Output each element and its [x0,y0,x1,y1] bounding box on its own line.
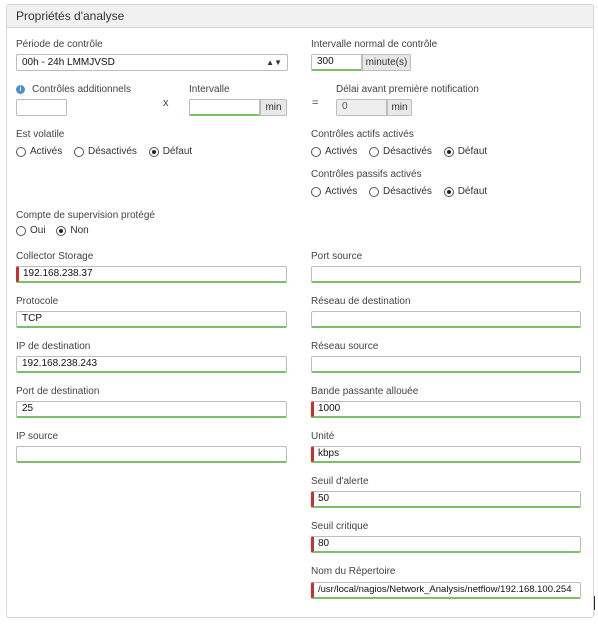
radio-selected-icon [56,225,67,236]
est-volatile-option-inactive[interactable]: Désactivés [74,146,137,157]
ip-destination-input[interactable]: 192.168.238.243 [16,356,287,373]
compte-supervision-label: Compte de supervision protégé [16,210,155,221]
bande-passante-label: Bande passante allouée [311,386,419,397]
ip-destination-label: IP de destination [16,341,91,352]
radio-icon [16,225,26,236]
bande-passante-input[interactable]: 1000 [311,401,581,418]
passifs-option-inactive[interactable]: Désactivés [369,186,432,197]
equals-symbol: = [312,97,319,109]
intervalle-input[interactable] [189,99,260,116]
reseau-source-label: Réseau source [311,341,379,352]
collector-storage-input[interactable]: 192.168.238.37 [16,266,287,283]
est-volatile-option-default[interactable]: Défaut [148,146,192,157]
radio-selected-icon [148,146,159,157]
radio-icon [74,146,85,157]
radio-icon [311,186,321,197]
reseau-source-input[interactable] [311,356,581,373]
nom-repertoire-label: Nom du Répertoire [311,566,396,577]
controles-actifs-label: Contrôles actifs activés [311,129,414,140]
panel-header: Propriétés d'analyse [7,5,593,28]
controles-additionnels-input[interactable] [16,99,67,116]
reseau-destination-input[interactable] [311,311,581,328]
info-icon: i [16,85,25,94]
compte-option-non[interactable]: Non [56,225,89,236]
intervalle-normal-input[interactable]: 300 [311,54,362,71]
port-source-label: Port source [311,251,363,262]
unite-label: Unité [311,431,335,442]
radio-icon [369,146,380,157]
select-arrows-icon: ▲▼ [266,58,282,67]
seuil-critique-label: Seuil critique [311,521,369,532]
intervalle-unit: min [260,99,287,116]
passifs-option-active[interactable]: Activés [311,186,357,197]
port-source-input[interactable] [311,266,581,283]
compte-supervision-radios: Oui Non [16,225,98,239]
controles-additionnels-label: Contrôles additionnels [32,84,131,95]
passifs-option-default[interactable]: Défaut [443,186,487,197]
intervalle-normal-label: Intervalle normal de contrôle [311,39,438,50]
radio-icon [16,146,26,157]
est-volatile-label: Est volatile [16,129,65,140]
delai-notification-unit: min [387,99,412,116]
panel-title: Propriétés d'analyse [16,9,125,23]
ip-source-input[interactable] [16,446,287,463]
actifs-option-default[interactable]: Défaut [443,146,487,157]
actifs-option-inactive[interactable]: Désactivés [369,146,432,157]
radio-selected-icon [443,146,454,157]
collector-storage-label: Collector Storage [16,251,94,262]
est-volatile-radios: Activés Désactivés Défaut [16,146,201,160]
periode-value: 00h - 24h LMMJVSD [22,57,115,68]
actifs-option-active[interactable]: Activés [311,146,357,157]
seuil-critique-input[interactable]: 80 [311,536,581,553]
est-volatile-option-active[interactable]: Activés [16,146,62,157]
delai-notification-label: Délai avant première notification [336,84,479,95]
protocole-label: Protocole [16,296,59,307]
controles-actifs-radios: Activés Désactivés Défaut [311,146,496,160]
periode-select[interactable]: 00h - 24h LMMJVSD ▲▼ [16,54,288,71]
ip-source-label: IP source [16,431,59,442]
protocole-input[interactable]: TCP [16,311,287,328]
seuil-alerte-label: Seuil d'alerte [311,476,369,487]
intervalle-label: Intervalle [189,84,230,95]
nom-repertoire-input[interactable]: /usr/local/nagios/Network_Analysis/netfl… [311,582,581,599]
text-cursor [594,596,595,610]
multiply-symbol: x [163,97,169,109]
controles-passifs-label: Contrôles passifs activés [311,169,422,180]
reseau-destination-label: Réseau de destination [311,296,411,307]
radio-icon [369,186,380,197]
port-destination-label: Port de destination [16,386,100,397]
seuil-alerte-input[interactable]: 50 [311,491,581,508]
delai-notification-input: 0 [336,99,387,116]
radio-icon [311,146,321,157]
compte-option-oui[interactable]: Oui [16,225,46,236]
periode-label: Période de contrôle [16,39,103,50]
controles-passifs-radios: Activés Désactivés Défaut [311,186,496,200]
intervalle-normal-unit: minute(s) [362,54,411,71]
port-destination-input[interactable]: 25 [16,401,287,418]
radio-selected-icon [443,186,454,197]
unite-input[interactable]: kbps [311,446,581,463]
